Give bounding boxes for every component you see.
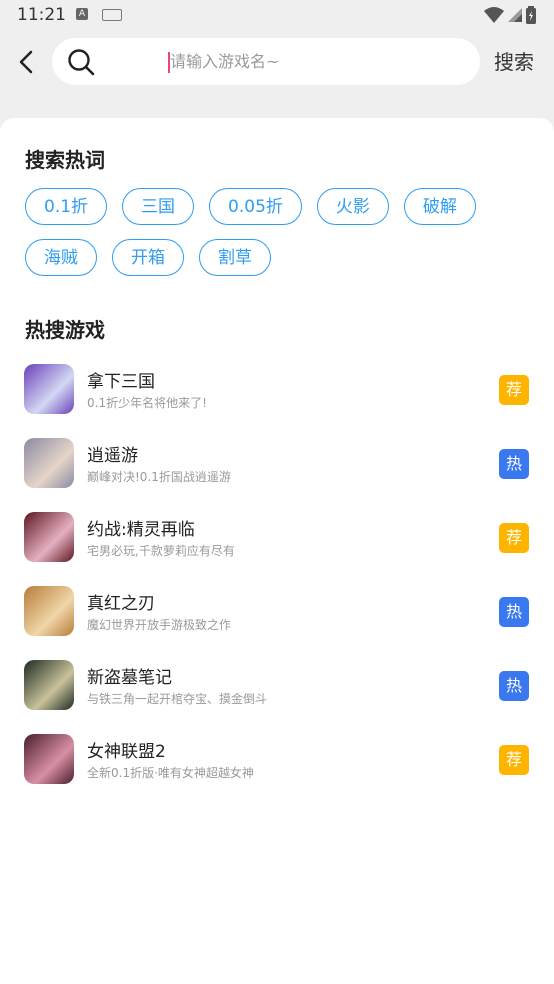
- game-list-item[interactable]: 约战:精灵再临宅男必玩,千款萝莉应有尽有 荐: [24, 512, 534, 586]
- game-thumbnail: [24, 734, 74, 784]
- game-name: 约战:精灵再临: [87, 520, 195, 540]
- signal-icon: [508, 8, 522, 22]
- tag-row: 海贼 开箱 割草: [25, 239, 545, 276]
- game-name: 拿下三国: [87, 372, 155, 392]
- game-description: 与铁三角一起开棺夺宝、摸金倒斗: [87, 692, 268, 706]
- game-description: 宅男必玩,千款萝莉应有尽有: [87, 544, 235, 558]
- hot-words-title: 搜索热词: [25, 148, 105, 172]
- back-button[interactable]: [14, 48, 42, 76]
- game-name: 女神联盟2: [87, 742, 166, 762]
- chevron-left-icon: [19, 50, 33, 74]
- status-bar: 11:21 A: [0, 0, 554, 30]
- search-box[interactable]: [52, 38, 480, 85]
- content-panel: 搜索热词 0.1折 三国 0.05折 火影 破解海贼 开箱 割草 热搜游戏 拿下三国 0.1折…: [0, 118, 554, 984]
- game-list-item[interactable]: 新盗墓笔记与铁三角一起开棺夺宝、摸金倒斗 热: [24, 660, 534, 734]
- notification-a-icon: A: [76, 8, 88, 20]
- game-thumbnail: [24, 364, 74, 414]
- game-list-item[interactable]: 女神联盟2 全新0.1折版·唯有女神超越女神 荐: [24, 734, 534, 808]
- game-name: 真红之刃: [87, 594, 155, 614]
- search-button[interactable]: 搜索: [494, 46, 534, 75]
- game-badge: 热: [499, 449, 529, 479]
- status-indicators: [484, 6, 536, 24]
- game-thumbnail: [24, 586, 74, 636]
- hot-word-tag[interactable]: 开箱: [112, 239, 184, 276]
- game-name: 新盗墓笔记: [87, 668, 172, 688]
- search-header: 搜索: [0, 30, 554, 120]
- game-description: 0.1折少年名将他来了!: [87, 396, 207, 410]
- game-badge: 热: [499, 671, 529, 701]
- hot-word-tag[interactable]: 三国: [122, 188, 195, 225]
- game-description: 全新0.1折版·唯有女神超越女神: [87, 766, 254, 780]
- status-time: 11:21: [17, 5, 66, 25]
- hot-word-tag[interactable]: 0.05折: [209, 188, 302, 225]
- hot-games-list: 拿下三国 0.1折少年名将他来了! 荐逍遥游 巅峰对决!0.1折国战逍遥游热约战:精灵…: [24, 364, 534, 808]
- battery-icon: [526, 6, 536, 24]
- hot-word-tag[interactable]: 火影: [316, 188, 389, 225]
- hot-word-tag[interactable]: 割草: [199, 239, 271, 276]
- wifi-icon: [484, 7, 504, 23]
- tag-row: 0.1折 三国 0.05折 火影 破解: [25, 188, 545, 225]
- game-badge: 热: [499, 597, 529, 627]
- hot-words-tags: 0.1折 三国 0.05折 火影 破解海贼 开箱 割草: [25, 188, 545, 290]
- hot-word-tag[interactable]: 0.1折: [25, 188, 108, 225]
- game-badge: 荐: [499, 523, 529, 553]
- game-thumbnail: [24, 438, 74, 488]
- game-description: 巅峰对决!0.1折国战逍遥游: [87, 470, 231, 484]
- hot-word-tag[interactable]: 破解: [403, 188, 476, 225]
- game-thumbnail: [24, 660, 74, 710]
- game-list-item[interactable]: 拿下三国 0.1折少年名将他来了! 荐: [24, 364, 534, 438]
- game-list-item[interactable]: 真红之刃魔幻世界开放手游极致之作 热: [24, 586, 534, 660]
- keyboard-icon: [102, 9, 122, 21]
- game-list-item[interactable]: 逍遥游巅峰对决!0.1折国战逍遥游 热: [24, 438, 534, 512]
- search-input[interactable]: [170, 38, 470, 85]
- hot-games-title: 热搜游戏: [25, 318, 105, 342]
- game-description: 魔幻世界开放手游极致之作: [87, 618, 232, 632]
- game-badge: 荐: [499, 375, 529, 405]
- hot-word-tag[interactable]: 海贼: [25, 239, 97, 276]
- game-badge: 荐: [499, 745, 529, 775]
- search-icon: [68, 49, 95, 76]
- game-thumbnail: [24, 512, 74, 562]
- game-name: 逍遥游: [87, 446, 138, 466]
